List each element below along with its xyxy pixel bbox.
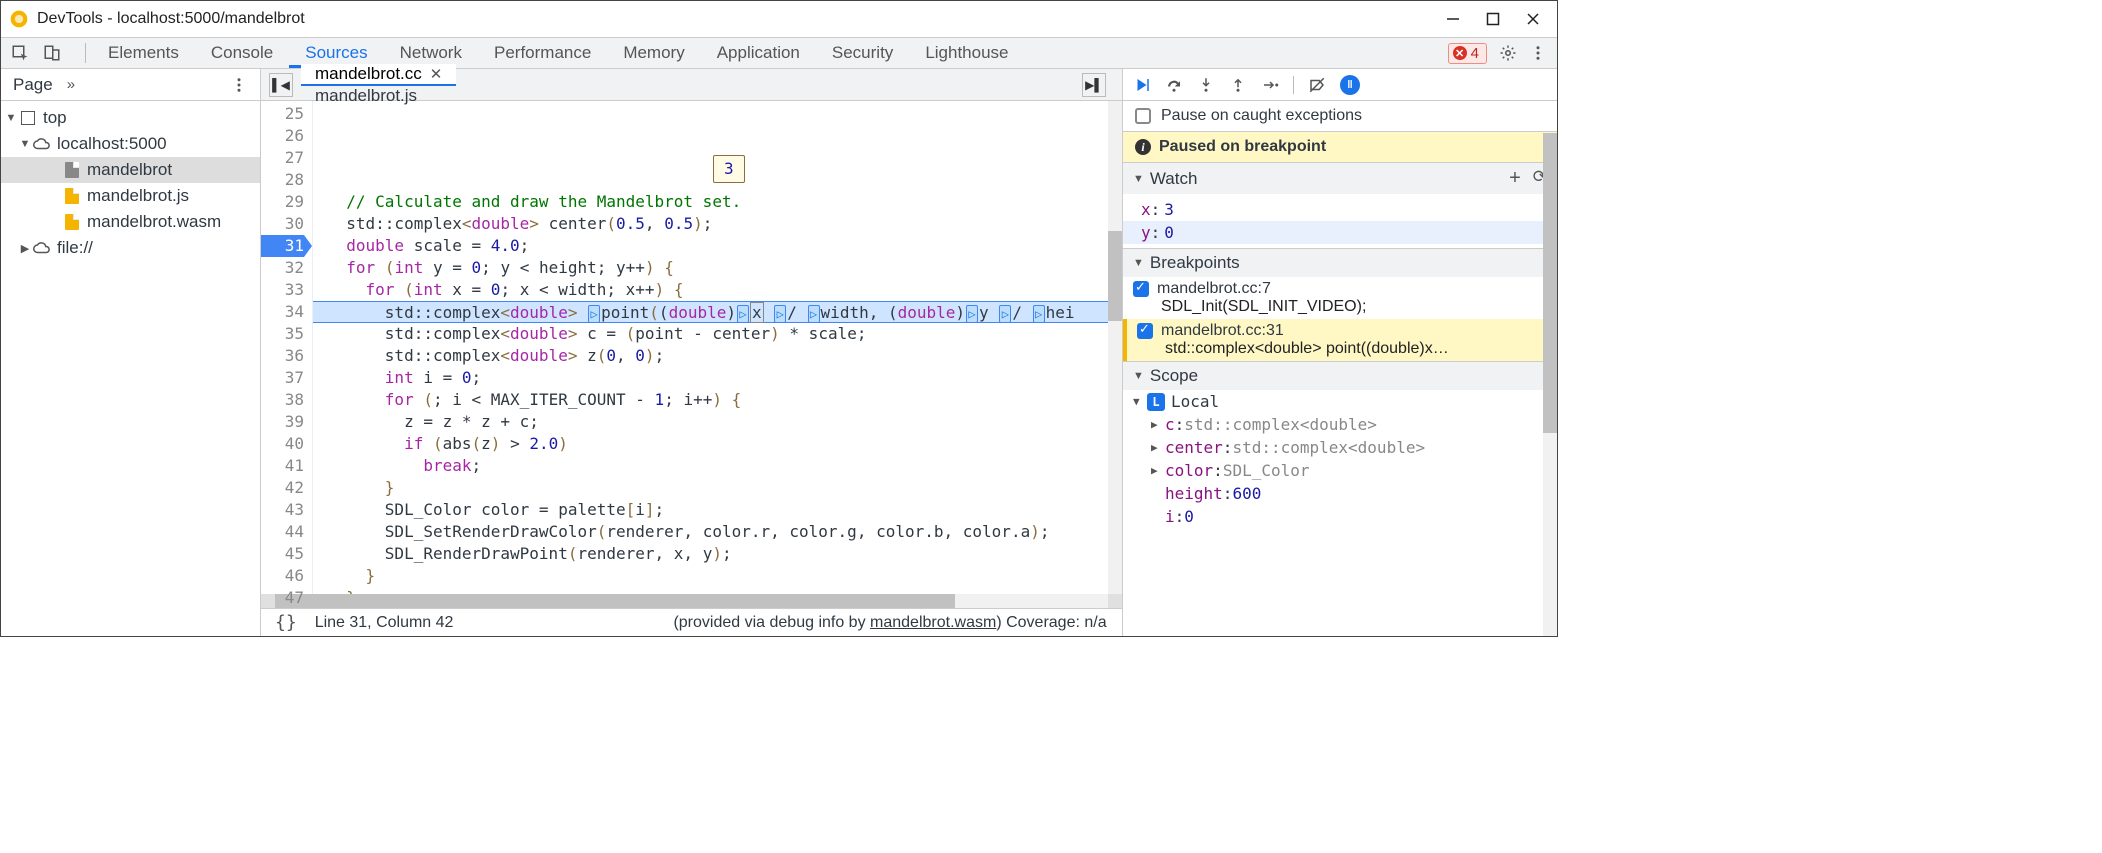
maximize-button[interactable]	[1485, 11, 1501, 27]
watch-item[interactable]: x: 3	[1123, 198, 1557, 221]
tab-application[interactable]: Application	[701, 38, 816, 68]
file-icon	[65, 188, 79, 204]
add-watch-icon[interactable]: +	[1509, 167, 1521, 190]
watch-item[interactable]: y: 0	[1123, 221, 1557, 244]
tab-elements[interactable]: Elements	[92, 38, 195, 68]
resume-icon[interactable]	[1133, 76, 1151, 94]
close-button[interactable]	[1525, 11, 1541, 27]
cloud-icon	[33, 239, 51, 257]
editor-panel: ▌◀ mandelbrot.cc✕mandelbrot.js ▶▌ 252627…	[261, 69, 1123, 636]
kebab-icon[interactable]	[230, 76, 248, 94]
scope-header[interactable]: ▼Scope	[1123, 362, 1557, 390]
debug-info-source: (provided via debug info by mandelbrot.w…	[673, 614, 1106, 632]
breakpoint-item[interactable]: mandelbrot.cc:31std::complex<double> poi…	[1123, 319, 1557, 361]
tree-file[interactable]: mandelbrot.wasm	[1, 209, 260, 235]
scope-variable[interactable]: ▶c: std::complex<double>	[1123, 413, 1557, 436]
frame-icon	[21, 111, 35, 125]
tab-console[interactable]: Console	[195, 38, 289, 68]
tree-file[interactable]: mandelbrot.js	[1, 183, 260, 209]
tree-frame-top[interactable]: ▼top	[1, 105, 260, 131]
vertical-scrollbar[interactable]	[1108, 101, 1122, 594]
checkbox-unchecked[interactable]	[1135, 108, 1151, 124]
tab-security[interactable]: Security	[816, 38, 909, 68]
cloud-icon	[33, 135, 51, 153]
breakpoints-header[interactable]: ▼Breakpoints	[1123, 249, 1557, 277]
navigator-tab-page[interactable]: Page	[13, 75, 53, 95]
horizontal-scrollbar[interactable]	[261, 594, 1122, 608]
scope-local[interactable]: ▼LLocal	[1123, 390, 1557, 413]
inspect-icon[interactable]	[11, 44, 29, 62]
show-nav-button[interactable]: ▶▌	[1082, 73, 1106, 97]
step-into-icon[interactable]	[1197, 76, 1215, 94]
vertical-scrollbar[interactable]	[1543, 133, 1557, 636]
kebab-icon[interactable]	[1529, 44, 1547, 62]
step-out-icon[interactable]	[1229, 76, 1247, 94]
paused-banner: i Paused on breakpoint	[1123, 132, 1557, 163]
tab-memory[interactable]: Memory	[607, 38, 700, 68]
file-tab[interactable]: mandelbrot.cc✕	[301, 64, 456, 86]
window-title: DevTools - localhost:5000/mandelbrot	[37, 10, 1445, 28]
value-tooltip: 3	[713, 155, 745, 183]
pause-on-caught-row[interactable]: Pause on caught exceptions	[1123, 101, 1557, 132]
device-icon[interactable]	[43, 44, 61, 62]
scope-variable[interactable]: ▶color: SDL_Color	[1123, 459, 1557, 482]
cursor-position: Line 31, Column 42	[315, 614, 454, 632]
tree-file-scheme[interactable]: ▶file://	[1, 235, 260, 261]
file-icon	[65, 162, 79, 178]
step-icon[interactable]	[1261, 76, 1279, 94]
main-toolbar: ElementsConsoleSourcesNetworkPerformance…	[1, 37, 1557, 69]
debugger-panel: ‖ Pause on caught exceptions i Paused on…	[1123, 69, 1557, 636]
tree-file[interactable]: mandelbrot	[1, 157, 260, 183]
breakpoint-item[interactable]: mandelbrot.cc:7SDL_Init(SDL_INIT_VIDEO);	[1123, 277, 1557, 319]
minimize-button[interactable]	[1445, 11, 1461, 27]
info-icon: i	[1135, 139, 1151, 155]
titlebar: DevTools - localhost:5000/mandelbrot	[1, 1, 1557, 37]
debug-info-link[interactable]: mandelbrot.wasm	[870, 614, 996, 631]
scope-variable[interactable]: ▶center: std::complex<double>	[1123, 436, 1557, 459]
checkbox-checked[interactable]	[1133, 281, 1149, 297]
scope-variable[interactable]: height: 600	[1123, 482, 1557, 505]
editor-statusbar: {} Line 31, Column 42 (provided via debu…	[261, 608, 1122, 636]
deactivate-breakpoints-icon[interactable]	[1308, 76, 1326, 94]
checkbox-checked[interactable]	[1137, 323, 1153, 339]
pause-exceptions-icon[interactable]: ‖	[1340, 75, 1360, 95]
watch-header[interactable]: ▼Watch +⟳	[1123, 163, 1557, 194]
close-icon[interactable]: ✕	[430, 65, 443, 83]
tab-performance[interactable]: Performance	[478, 38, 607, 68]
navigator-panel: Page » ▼top ▼localhost:5000 mandelbrotma…	[1, 69, 261, 636]
tab-lighthouse[interactable]: Lighthouse	[909, 38, 1024, 68]
tree-origin[interactable]: ▼localhost:5000	[1, 131, 260, 157]
debugger-toolbar: ‖	[1123, 69, 1557, 101]
scope-variable[interactable]: i: 0	[1123, 505, 1557, 528]
step-over-icon[interactable]	[1165, 76, 1183, 94]
devtools-icon	[9, 9, 29, 29]
file-nav-button[interactable]: ▌◀	[269, 73, 293, 97]
line-gutter[interactable]: 2526272829303132333435363738394041424344…	[261, 101, 313, 594]
file-icon	[65, 214, 79, 230]
navigator-more-icon[interactable]: »	[67, 76, 75, 93]
code-area[interactable]: 3 // Calculate and draw the Mandelbrot s…	[313, 101, 1108, 594]
error-badge[interactable]: ✕4	[1448, 43, 1487, 64]
gear-icon[interactable]	[1499, 44, 1517, 62]
pretty-print-icon[interactable]: {}	[275, 612, 297, 633]
local-badge-icon: L	[1147, 393, 1165, 411]
